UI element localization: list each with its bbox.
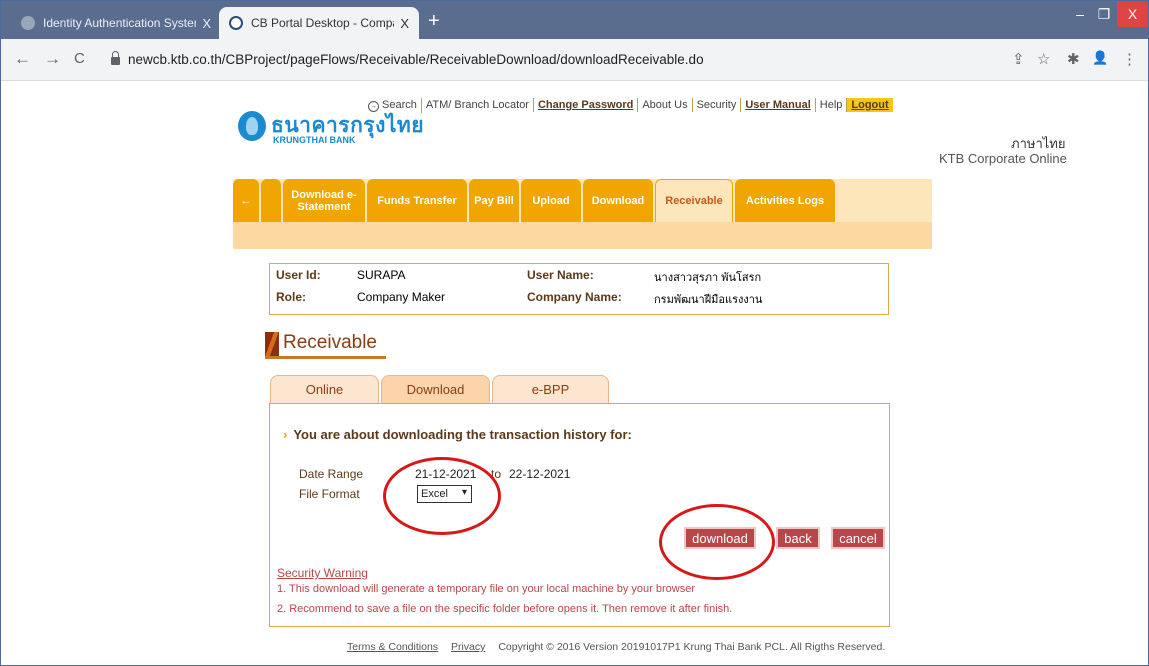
- date-range-label: Date Range: [299, 467, 364, 481]
- product-name: KTB Corporate Online: [939, 151, 1067, 166]
- profile-icon[interactable]: 👤: [1092, 50, 1108, 66]
- url-text: newcb.ktb.co.th/CBProject/pageFlows/Rece…: [128, 51, 704, 67]
- bookmark-star-icon[interactable]: ☆: [1037, 50, 1050, 68]
- copyright-text: Copyright © 2016 Version 20191017P1 Krun…: [498, 641, 886, 653]
- tab-download[interactable]: Download: [381, 375, 490, 403]
- menu-receivable[interactable]: Receivable: [655, 179, 733, 222]
- menu-download[interactable]: Download: [583, 179, 653, 222]
- annotation-ellipse-download: [659, 504, 775, 580]
- topnav-about-us[interactable]: About Us: [638, 98, 693, 112]
- download-heading: › You are about downloading the transacti…: [283, 427, 632, 442]
- security-warning-line-1: 1. This download will generate a tempora…: [277, 583, 696, 595]
- submenu-strip: [233, 222, 932, 249]
- role-label: Role:: [276, 290, 306, 304]
- left-arrow-icon: ←: [240, 194, 252, 207]
- ktb-logo-icon: [238, 111, 266, 141]
- close-window-button[interactable]: X: [1117, 1, 1148, 27]
- browser-tab-identity[interactable]: Identity Authentication System X: [11, 7, 221, 39]
- browser-window: Identity Authentication System X CB Port…: [0, 0, 1149, 666]
- section-underline: [265, 356, 386, 359]
- close-tab-icon[interactable]: X: [202, 16, 211, 31]
- tab-strip: Identity Authentication System X CB Port…: [1, 1, 1148, 39]
- security-warning-line-2: 2. Recommend to save a file on the speci…: [277, 603, 733, 615]
- menu-download-estatement[interactable]: Download e-Statement: [283, 179, 365, 222]
- menu-funds-transfer[interactable]: Funds Transfer: [367, 179, 467, 222]
- back-button[interactable]: back: [776, 527, 820, 549]
- topnav-user-manual[interactable]: User Manual: [741, 98, 816, 112]
- menu-upload[interactable]: Upload: [521, 179, 581, 222]
- user-id-value: SURAPA: [357, 268, 406, 282]
- footer: Terms & Conditions Privacy Copyright © 2…: [347, 641, 885, 653]
- topnav-search[interactable]: → Search: [364, 97, 422, 113]
- forward-arrow-icon[interactable]: →: [44, 49, 61, 69]
- search-icon: →: [368, 100, 379, 112]
- user-name-label: User Name:: [527, 268, 594, 282]
- new-tab-button[interactable]: +: [428, 10, 440, 33]
- bullet-arrow-icon: ›: [283, 427, 288, 442]
- tab-ebpp[interactable]: e-BPP: [492, 375, 609, 403]
- topnav-help[interactable]: Help: [816, 98, 848, 112]
- tab-title: Identity Authentication System: [43, 16, 197, 30]
- right-arrow-icon: →: [856, 194, 868, 207]
- more-menu-icon[interactable]: ⋮: [1122, 50, 1137, 68]
- user-name-value: นางสาวสุรภา พันโสรก: [654, 272, 762, 284]
- reload-icon[interactable]: C: [74, 50, 85, 67]
- browser-toolbar: ← → C newcb.ktb.co.th/CBProject/pageFlow…: [1, 39, 1148, 81]
- logout-link[interactable]: Logout: [847, 98, 893, 112]
- address-bar[interactable]: newcb.ktb.co.th/CBProject/pageFlows/Rece…: [111, 45, 991, 73]
- topnav-change-password[interactable]: Change Password: [534, 98, 639, 112]
- menu-pay-bill[interactable]: Pay Bill: [469, 179, 519, 222]
- close-tab-icon[interactable]: X: [400, 16, 409, 31]
- date-to-value: 22-12-2021: [509, 467, 571, 481]
- menu-spacer: [261, 179, 281, 222]
- tab-title: CB Portal Desktop - Company U: [251, 16, 394, 30]
- topnav-security[interactable]: Security: [693, 98, 742, 112]
- user-id-label: User Id:: [276, 268, 321, 282]
- topnav-atm-locator[interactable]: ATM/ Branch Locator: [422, 98, 534, 112]
- back-arrow-icon[interactable]: ←: [14, 49, 31, 69]
- section-icon: [265, 332, 279, 356]
- extensions-icon[interactable]: ✱: [1067, 50, 1080, 68]
- privacy-link[interactable]: Privacy: [451, 641, 485, 653]
- security-warning-link[interactable]: Security Warning: [277, 566, 368, 580]
- main-menu: ← Download e-Statement Funds Transfer Pa…: [233, 179, 889, 222]
- page-title: Receivable: [283, 332, 377, 353]
- tab-online[interactable]: Online: [270, 375, 379, 403]
- file-format-label: File Format: [299, 487, 360, 501]
- role-value: Company Maker: [357, 290, 446, 304]
- browser-tab-cb-portal[interactable]: CB Portal Desktop - Company U X: [219, 7, 419, 39]
- minimize-button[interactable]: –: [1069, 1, 1091, 27]
- cancel-button[interactable]: cancel: [831, 527, 885, 549]
- menu-scroll-right[interactable]: →: [837, 179, 887, 222]
- lock-icon: [111, 51, 120, 65]
- top-navigation: → Search ATM/ Branch Locator Change Passw…: [364, 96, 893, 114]
- share-icon[interactable]: ⇪: [1012, 50, 1025, 68]
- company-name-label: Company Name:: [527, 290, 622, 304]
- company-name-value: กรมพัฒนาฝีมือแรงงาน: [654, 294, 763, 306]
- favicon-icon: [229, 16, 243, 30]
- menu-activities-logs[interactable]: Activities Logs: [735, 179, 835, 222]
- maximize-button[interactable]: ❐: [1093, 1, 1115, 27]
- terms-link[interactable]: Terms & Conditions: [347, 641, 438, 653]
- user-info-box: User Id: SURAPA User Name: นางสาวสุรภา พ…: [269, 263, 889, 315]
- menu-scroll-left[interactable]: ←: [233, 179, 259, 222]
- annotation-ellipse-file-format: [383, 457, 501, 535]
- bank-name-en: KRUNGTHAI BANK: [273, 135, 356, 145]
- favicon-icon: [21, 16, 35, 30]
